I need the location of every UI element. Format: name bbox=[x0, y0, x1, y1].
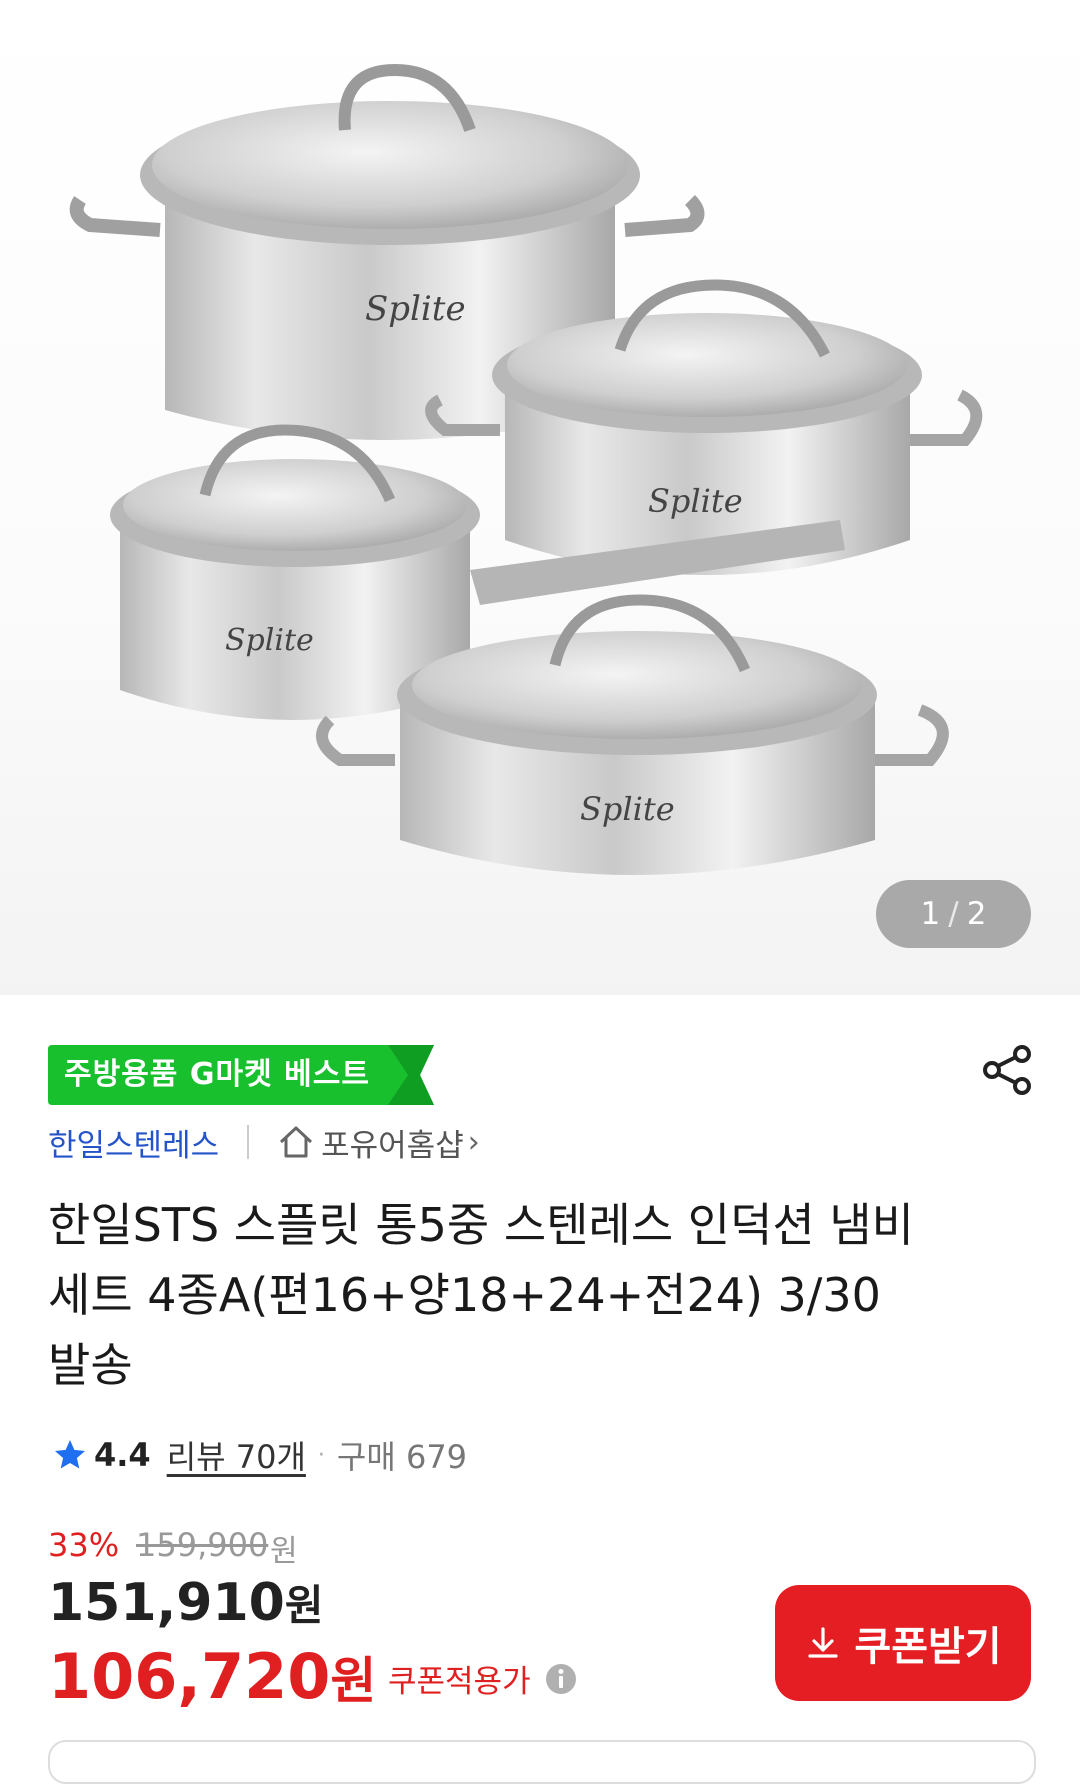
product-image-gallery[interactable]: Splite Splite Splite Splite 1 / 2 bbox=[0, 0, 1080, 995]
coupon-price-value: 106,720 bbox=[48, 1640, 331, 1713]
badge-label: 주방용품 G마켓 베스트 bbox=[64, 1057, 370, 1092]
coupon-price-unit: 원 bbox=[330, 1652, 377, 1710]
total-pages: 2 bbox=[966, 896, 987, 932]
cookware-set-image: Splite Splite Splite Splite bbox=[69, 63, 983, 875]
sale-price-value: 151,910 bbox=[48, 1573, 285, 1633]
seller-row: 한일스텐레스 포유어홈샵 › bbox=[48, 1116, 480, 1168]
download-icon bbox=[808, 1627, 838, 1658]
chevron-right-icon: › bbox=[467, 1124, 480, 1160]
category-best-badge[interactable]: 주방용품 G마켓 베스트 bbox=[48, 1045, 434, 1105]
bottom-section-edge bbox=[48, 1740, 1036, 1784]
info-icon[interactable] bbox=[545, 1663, 577, 1695]
product-title: 한일STS 스플릿 통5중 스텐레스 인덕션 냄비세트 4종A(편16+양18+… bbox=[48, 1198, 914, 1392]
svg-text:Splite: Splite bbox=[580, 790, 675, 828]
review-count-link[interactable]: 리뷰 70개 bbox=[167, 1432, 306, 1478]
get-coupon-button[interactable]: 쿠폰받기 bbox=[775, 1585, 1031, 1701]
divider bbox=[247, 1125, 250, 1159]
rating-row: 4.4 리뷰 70개 · 구매 679 bbox=[52, 1430, 467, 1480]
separator-dot: · bbox=[317, 1442, 325, 1468]
original-price: 159,900 bbox=[136, 1526, 269, 1564]
current-page: 1 bbox=[920, 896, 941, 932]
star-icon bbox=[55, 1440, 85, 1469]
coupon-price: 106,720원 bbox=[48, 1640, 376, 1713]
discount-rate: 33% bbox=[48, 1526, 120, 1564]
purchase-count: 구매 679 bbox=[336, 1438, 468, 1476]
share-icon[interactable] bbox=[980, 1042, 1036, 1098]
coupon-label-text: 쿠폰적용가 bbox=[388, 1664, 531, 1700]
svg-text:Splite: Splite bbox=[225, 623, 314, 658]
home-icon bbox=[280, 1126, 313, 1158]
rating-score: 4.4 bbox=[94, 1436, 151, 1474]
shop-link[interactable]: 포유어홈샵 › bbox=[277, 1120, 480, 1165]
coupon-price-label: 쿠폰적용가 bbox=[388, 1656, 577, 1701]
image-page-indicator: 1 / 2 bbox=[876, 880, 1031, 948]
sale-price: 151,910원 bbox=[48, 1572, 323, 1633]
brand-link[interactable]: 한일스텐레스 bbox=[48, 1120, 219, 1165]
svg-text:Splite: Splite bbox=[365, 289, 466, 329]
shop-name: 포유어홈샵 bbox=[321, 1127, 464, 1164]
original-price-unit: 원 bbox=[270, 1534, 298, 1569]
sale-price-unit: 원 bbox=[284, 1581, 324, 1630]
svg-text:Splite: Splite bbox=[648, 482, 743, 520]
page-separator: / bbox=[948, 896, 959, 932]
coupon-button-label: 쿠폰받기 bbox=[854, 1624, 1002, 1670]
